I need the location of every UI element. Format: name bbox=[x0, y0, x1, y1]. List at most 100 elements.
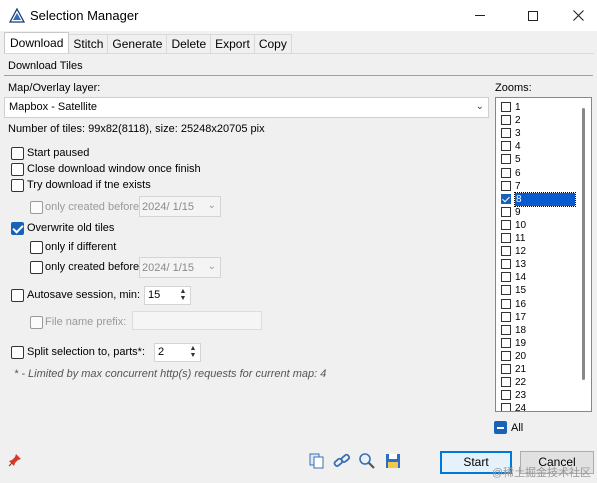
layer-dropdown[interactable]: Mapbox - Satellite ⌄ bbox=[4, 97, 489, 118]
overwrite-old-checkbox[interactable] bbox=[11, 222, 24, 235]
copy-icon[interactable] bbox=[308, 452, 326, 470]
zoom-level-item[interactable]: 22 bbox=[496, 376, 576, 389]
zoom-level-checkbox[interactable] bbox=[501, 193, 511, 204]
zoom-level-item[interactable]: 1 bbox=[496, 101, 576, 114]
link-icon[interactable] bbox=[333, 452, 351, 470]
zooms-list[interactable]: 1 2 3 4 5 6 7 8 9 10 11 12 13 14 15 16 17 18 19 20 21 22 23 24 bbox=[495, 97, 592, 412]
zoom-level-item[interactable]: 16 bbox=[496, 298, 576, 311]
zoom-level-checkbox[interactable] bbox=[501, 364, 511, 374]
zoom-level-item[interactable]: 4 bbox=[496, 140, 576, 153]
zoom-level-checkbox[interactable] bbox=[501, 233, 511, 243]
zoom-level-checkbox[interactable] bbox=[501, 154, 511, 165]
file-name-prefix-label: File name prefix: bbox=[45, 316, 127, 328]
zoom-level-checkbox[interactable] bbox=[501, 285, 511, 296]
autosave-checkbox[interactable] bbox=[11, 289, 24, 302]
split-selection-checkbox[interactable] bbox=[11, 346, 24, 359]
zoom-level-checkbox[interactable] bbox=[501, 377, 511, 388]
maximize-icon bbox=[527, 10, 538, 21]
zoom-level-item[interactable]: 14 bbox=[496, 271, 576, 284]
tab-delete[interactable]: Delete bbox=[166, 34, 212, 53]
section-title: Download Tiles bbox=[8, 60, 83, 72]
only-if-different-checkbox[interactable] bbox=[30, 241, 43, 254]
zooms-scrollbar[interactable] bbox=[582, 108, 585, 380]
zoom-level-checkbox[interactable] bbox=[501, 141, 511, 152]
zoom-level-item[interactable]: 21 bbox=[496, 363, 576, 376]
zoom-level-item[interactable]: 13 bbox=[496, 258, 576, 271]
zoom-level-checkbox[interactable] bbox=[501, 115, 511, 126]
autosave-spinner[interactable]: 15 ▲ ▼ bbox=[144, 286, 191, 305]
zoom-level-item[interactable]: 15 bbox=[496, 284, 576, 297]
zoom-level-item[interactable]: 3 bbox=[496, 127, 576, 140]
zoom-level-item[interactable]: 10 bbox=[496, 219, 576, 232]
file-name-prefix-input[interactable] bbox=[132, 311, 262, 330]
only-created-before-checkbox-2[interactable] bbox=[30, 261, 43, 274]
zoom-level-checkbox[interactable] bbox=[501, 311, 511, 322]
zoom-level-item[interactable]: 7 bbox=[496, 180, 576, 193]
spinner-arrows-icon[interactable]: ▲ ▼ bbox=[178, 288, 188, 302]
zoom-level-label: 10 bbox=[515, 219, 527, 231]
zoom-level-item[interactable]: 9 bbox=[496, 206, 576, 219]
zoom-level-item[interactable]: 8 bbox=[496, 191, 576, 207]
minimize-button[interactable] bbox=[456, 0, 503, 31]
only-created-before-checkbox-1[interactable] bbox=[30, 201, 43, 214]
zoom-level-item[interactable]: 6 bbox=[496, 167, 576, 180]
chevron-down-icon: ⌄ bbox=[475, 101, 484, 112]
zoom-level-item[interactable]: 11 bbox=[496, 232, 576, 245]
save-icon[interactable] bbox=[384, 452, 402, 470]
tab-generate[interactable]: Generate bbox=[107, 34, 168, 53]
zoom-level-checkbox[interactable] bbox=[501, 246, 511, 257]
close-button[interactable] bbox=[555, 0, 597, 31]
zoom-level-item[interactable]: 24 bbox=[496, 402, 576, 411]
close-on-finish-checkbox[interactable] bbox=[11, 163, 24, 176]
file-name-prefix-checkbox[interactable] bbox=[30, 316, 43, 329]
tab-download[interactable]: Download bbox=[4, 32, 70, 53]
zoom-level-checkbox[interactable] bbox=[501, 403, 511, 411]
zoom-level-checkbox[interactable] bbox=[501, 350, 511, 361]
try-if-exists-checkbox[interactable] bbox=[11, 179, 24, 192]
zoom-level-item[interactable]: 19 bbox=[496, 337, 576, 350]
only-created-before-label-1: only created before bbox=[45, 201, 140, 213]
spinner-arrows-icon[interactable]: ▲ ▼ bbox=[188, 345, 198, 359]
layer-value: Mapbox - Satellite bbox=[9, 101, 98, 113]
zoom-level-item[interactable]: 23 bbox=[496, 389, 576, 402]
tab-copy[interactable]: Copy bbox=[253, 34, 292, 53]
zoom-level-checkbox[interactable] bbox=[501, 167, 511, 178]
zoom-level-label: 9 bbox=[515, 206, 521, 218]
tab-export[interactable]: Export bbox=[210, 34, 255, 53]
zoom-level-label: 20 bbox=[515, 350, 527, 362]
zoom-level-checkbox[interactable] bbox=[501, 272, 511, 283]
zoom-level-checkbox[interactable] bbox=[501, 102, 511, 112]
zoom-level-label: 12 bbox=[515, 246, 527, 258]
split-parts-spinner[interactable]: 2 ▲ ▼ bbox=[154, 343, 201, 362]
zoom-level-label: 17 bbox=[515, 311, 527, 323]
zoom-icon[interactable] bbox=[358, 452, 376, 470]
maximize-button[interactable] bbox=[509, 0, 556, 31]
pin-icon[interactable] bbox=[8, 453, 22, 467]
zoom-level-checkbox[interactable] bbox=[501, 298, 511, 309]
close-on-finish-label: Close download window once finish bbox=[27, 163, 201, 175]
start-paused-checkbox[interactable] bbox=[11, 147, 24, 160]
all-checkbox[interactable] bbox=[494, 421, 507, 434]
zoom-level-item[interactable]: 5 bbox=[496, 153, 576, 166]
zoom-level-item[interactable]: 20 bbox=[496, 350, 576, 363]
zoom-level-item[interactable]: 12 bbox=[496, 245, 576, 258]
zoom-level-checkbox[interactable] bbox=[501, 259, 511, 270]
date-picker-2[interactable]: 2024/ 1/15 ⌄ bbox=[139, 257, 221, 278]
zoom-level-item[interactable]: 17 bbox=[496, 311, 576, 324]
zoom-level-checkbox[interactable] bbox=[501, 128, 511, 139]
zoom-level-checkbox[interactable] bbox=[501, 390, 511, 401]
zoom-level-item[interactable]: 2 bbox=[496, 114, 576, 127]
zoom-level-checkbox[interactable] bbox=[501, 219, 511, 230]
zoom-level-checkbox[interactable] bbox=[501, 206, 511, 217]
tab-stitch[interactable]: Stitch bbox=[68, 34, 109, 53]
zoom-level-checkbox[interactable] bbox=[501, 324, 511, 335]
zoom-level-label: 23 bbox=[515, 390, 527, 402]
zoom-level-label: 6 bbox=[515, 167, 521, 179]
zoom-level-checkbox[interactable] bbox=[501, 337, 511, 348]
autosave-label: Autosave session, min: bbox=[27, 289, 141, 301]
date-picker-1[interactable]: 2024/ 1/15 ⌄ bbox=[139, 196, 221, 217]
zoom-level-item[interactable]: 18 bbox=[496, 324, 576, 337]
zoom-level-checkbox[interactable] bbox=[501, 180, 511, 191]
zoom-level-label: 14 bbox=[515, 272, 527, 284]
watermark: @稀土掘金技术社区 bbox=[491, 467, 591, 479]
